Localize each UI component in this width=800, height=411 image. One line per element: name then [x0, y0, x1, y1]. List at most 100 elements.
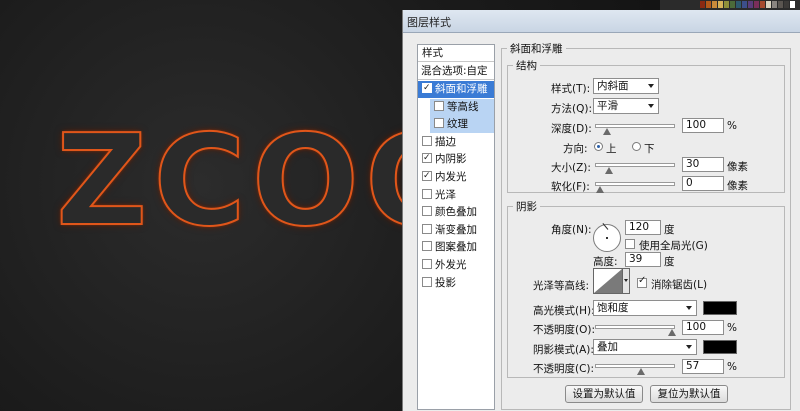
color-swatch[interactable]	[742, 1, 747, 8]
style-item[interactable]: 光泽	[418, 187, 494, 204]
style-item-checkbox[interactable]	[422, 223, 432, 234]
soften-slider[interactable]	[595, 182, 675, 193]
color-swatch[interactable]	[754, 1, 759, 8]
chevron-down-icon	[686, 345, 692, 349]
style-select[interactable]: 内斜面	[593, 78, 659, 94]
style-item-checkbox[interactable]	[422, 259, 432, 269]
shadow-mode-select[interactable]: 叠加	[593, 339, 697, 355]
style-item-checkbox[interactable]	[422, 241, 432, 252]
direction-down-label: 下	[644, 143, 655, 155]
size-slider[interactable]	[595, 163, 675, 174]
color-swatch[interactable]	[718, 1, 723, 8]
layer-style-dialog: 图层样式 样式 混合选项:自定 斜面和浮雕等高线纹理描边内阴影内发光光泽颜色叠加…	[402, 10, 800, 411]
depth-label: 深度(D):	[551, 123, 592, 135]
color-swatch[interactable]	[778, 1, 783, 8]
antialias-checkbox[interactable]	[637, 275, 647, 288]
color-swatch[interactable]	[700, 1, 705, 8]
color-swatch[interactable]	[706, 1, 711, 8]
style-item-checkbox[interactable]	[422, 135, 432, 146]
style-item-checkbox[interactable]	[434, 118, 444, 129]
color-swatch[interactable]	[730, 1, 735, 8]
depth-slider-thumb[interactable]	[603, 128, 612, 135]
angle-unit: 度	[664, 224, 675, 236]
style-item[interactable]: 投影	[418, 275, 494, 292]
color-swatch[interactable]	[760, 1, 765, 8]
chevron-down-icon	[648, 104, 654, 108]
color-swatch[interactable]	[790, 1, 795, 8]
color-swatch[interactable]	[772, 1, 777, 8]
highlight-opacity-slider[interactable]	[595, 325, 676, 336]
color-swatch[interactable]	[748, 1, 753, 8]
style-item[interactable]: 纹理	[430, 116, 494, 134]
style-item-checkbox[interactable]	[434, 100, 444, 111]
depth-input[interactable]: 100	[682, 118, 724, 133]
angle-input[interactable]: 120	[625, 220, 661, 235]
style-item-label: 光泽	[435, 188, 456, 201]
shadow-opacity-input[interactable]: 57	[682, 359, 724, 374]
style-item[interactable]: 颜色叠加	[418, 204, 494, 221]
style-item-label: 图案叠加	[435, 241, 477, 254]
style-item[interactable]: 外发光	[418, 257, 494, 274]
gloss-contour-label: 光泽等高线:	[533, 280, 590, 292]
color-swatch[interactable]	[712, 1, 717, 8]
style-item-checkbox[interactable]	[422, 150, 432, 167]
soften-unit: 像素	[727, 180, 748, 192]
style-item[interactable]: 图案叠加	[418, 239, 494, 256]
style-item[interactable]: 渐变叠加	[418, 222, 494, 239]
highlight-color-swatch[interactable]	[703, 301, 737, 315]
angle-dial[interactable]	[593, 224, 621, 252]
style-item-checkbox[interactable]	[422, 168, 432, 185]
size-input[interactable]: 30	[682, 157, 724, 172]
soften-input[interactable]: 0	[682, 176, 724, 191]
highlight-mode-select[interactable]: 饱和度	[593, 300, 697, 316]
gloss-contour-picker[interactable]	[593, 268, 623, 294]
color-swatch[interactable]	[766, 1, 771, 8]
highlight-opacity-input[interactable]: 100	[682, 320, 724, 335]
style-item[interactable]: 等高线	[430, 98, 494, 116]
style-select-value: 内斜面	[597, 80, 629, 92]
altitude-input[interactable]: 39	[625, 252, 661, 267]
color-swatch[interactable]	[724, 1, 729, 8]
dialog-titlebar[interactable]: 图层样式	[403, 10, 800, 33]
bevel-emboss-title: 斜面和浮雕	[507, 41, 566, 56]
style-item-label: 投影	[435, 276, 456, 289]
size-slider-thumb[interactable]	[604, 167, 613, 174]
highlight-opacity-unit: %	[727, 322, 737, 334]
reset-default-button[interactable]: 复位为默认值	[650, 385, 728, 403]
highlight-opacity-label: 不透明度(O):	[533, 324, 595, 336]
style-list-header[interactable]: 样式	[418, 45, 494, 62]
size-unit: 像素	[727, 161, 748, 173]
shadow-opacity-unit: %	[727, 361, 737, 373]
style-item-label: 斜面和浮雕	[435, 83, 488, 95]
style-item-checkbox[interactable]	[422, 206, 432, 217]
chevron-down-icon	[686, 306, 692, 310]
style-item[interactable]: 内阴影	[418, 150, 494, 168]
style-item-checkbox[interactable]	[422, 80, 432, 97]
antialias-label: 消除锯齿(L)	[651, 279, 708, 291]
global-light-checkbox[interactable]	[625, 239, 635, 249]
shadow-opacity-thumb[interactable]	[637, 368, 646, 375]
style-item[interactable]: 内发光	[418, 168, 494, 186]
soften-slider-thumb[interactable]	[596, 186, 604, 193]
style-item[interactable]: 描边	[418, 134, 494, 151]
depth-slider[interactable]	[595, 124, 675, 135]
style-label: 样式(T):	[551, 83, 591, 95]
color-swatch[interactable]	[784, 1, 789, 8]
style-item-label: 描边	[435, 135, 456, 148]
style-item-checkbox[interactable]	[422, 276, 432, 287]
style-item-checkbox[interactable]	[422, 188, 432, 199]
technique-select[interactable]: 平滑	[593, 98, 659, 114]
direction-down-radio[interactable]	[632, 142, 641, 151]
make-default-button[interactable]: 设置为默认值	[565, 385, 643, 403]
gloss-contour-dropdown[interactable]	[623, 268, 630, 294]
shading-title: 阴影	[513, 199, 540, 214]
direction-up-radio[interactable]	[594, 142, 603, 151]
highlight-opacity-thumb[interactable]	[668, 329, 676, 336]
shadow-color-swatch[interactable]	[703, 340, 737, 354]
shadow-opacity-slider[interactable]	[595, 364, 675, 375]
blending-options-item[interactable]: 混合选项:自定	[418, 63, 494, 80]
color-swatch[interactable]	[736, 1, 741, 8]
style-item[interactable]: 斜面和浮雕	[418, 80, 494, 98]
style-item-label: 外发光	[435, 259, 467, 271]
technique-select-value: 平滑	[597, 100, 618, 112]
